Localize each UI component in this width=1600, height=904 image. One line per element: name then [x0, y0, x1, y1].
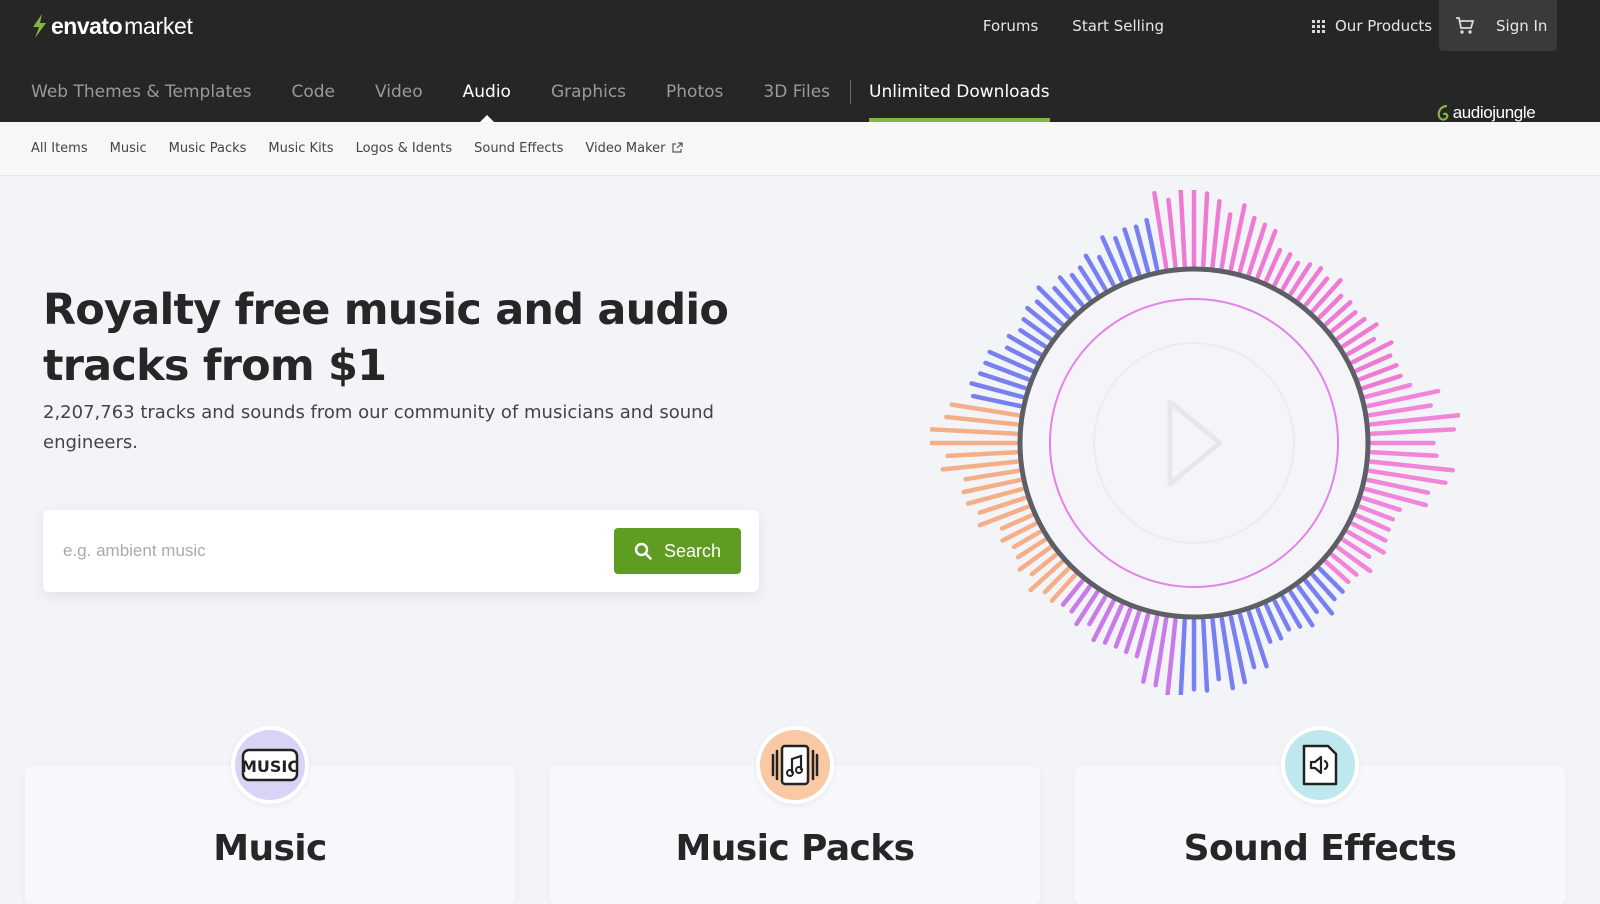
- audio-visualizer: [930, 190, 1460, 695]
- visualizer-outer-ring: [1017, 266, 1371, 620]
- nav-divider: [850, 80, 852, 104]
- visualizer-bar: [1165, 617, 1178, 695]
- music-pack-icon: [771, 744, 819, 786]
- main-nav: Web Themes & Templates Code Video Audio …: [31, 68, 1050, 122]
- hero-title: Royalty free music and audio tracks from…: [43, 285, 729, 391]
- visualizer-bar: [1310, 278, 1343, 313]
- visualizer-bar: [1144, 217, 1160, 272]
- search-input[interactable]: [63, 528, 603, 574]
- visualizer-bar: [963, 468, 1021, 482]
- category-title: Sound Effects: [1183, 828, 1457, 869]
- subnav-video-maker[interactable]: Video Maker: [585, 140, 683, 156]
- subnav-music-kits[interactable]: Music Kits: [268, 141, 333, 156]
- visualizer-bar: [1219, 212, 1233, 270]
- subnav-all-items[interactable]: All Items: [31, 141, 88, 156]
- category-title: Music: [213, 828, 327, 869]
- visualizer-bar: [1368, 412, 1460, 427]
- visualizer-bar: [1368, 459, 1455, 473]
- visualizer-bar: [1335, 545, 1373, 574]
- nav-video[interactable]: Video: [375, 68, 423, 122]
- visualizer-bar: [1210, 617, 1222, 682]
- search-icon: [634, 542, 652, 560]
- visualizer-bar: [1166, 197, 1178, 269]
- nav-code[interactable]: Code: [291, 68, 335, 122]
- nav-photos[interactable]: Photos: [666, 68, 723, 122]
- visualizer-bar: [1153, 616, 1169, 688]
- nav-graphics[interactable]: Graphics: [551, 68, 626, 122]
- speaker-file-icon: [1302, 744, 1338, 786]
- visualizer-bar: [1178, 618, 1187, 695]
- category-icon-music: MUSIC: [231, 726, 309, 804]
- visualizer-bar: [945, 450, 1019, 459]
- visualizer-bar: [970, 393, 1023, 409]
- subnav-music[interactable]: Music: [110, 141, 147, 156]
- cart-icon[interactable]: [1455, 17, 1475, 39]
- visualizer-bar: [1036, 285, 1071, 320]
- nav-web-themes[interactable]: Web Themes & Templates: [31, 68, 251, 122]
- visualizer-bar: [1367, 403, 1433, 418]
- external-link-icon: [671, 142, 683, 153]
- sub-nav: All Items Music Music Packs Music Kits L…: [0, 122, 1600, 176]
- nav-3d-files[interactable]: 3D Files: [763, 68, 830, 122]
- video-maker-label: Video Maker: [585, 140, 666, 156]
- envato-market-logo[interactable]: envato market: [31, 12, 193, 40]
- category-title: Music Packs: [675, 828, 916, 869]
- visualizer-bar: [1303, 579, 1335, 616]
- nav-audio[interactable]: Audio: [463, 68, 511, 122]
- sign-in-link[interactable]: Sign In: [1496, 17, 1547, 35]
- music-label-icon: MUSIC: [241, 748, 299, 782]
- visualizer-bar: [1219, 616, 1236, 691]
- visualizer-bar: [949, 402, 1021, 418]
- envato-leaf-icon: [31, 14, 47, 38]
- our-products-label: Our Products: [1335, 17, 1433, 35]
- search-button[interactable]: Search: [614, 528, 741, 574]
- search-card: Search: [43, 510, 759, 592]
- search-button-label: Search: [663, 540, 722, 561]
- visualizer-bar: [944, 414, 1020, 427]
- category-icon-music-packs: [756, 726, 834, 804]
- audiojungle-label: audiojungle: [1452, 103, 1536, 122]
- subnav-music-packs[interactable]: Music Packs: [169, 141, 247, 156]
- visualizer-bar: [930, 426, 1019, 436]
- hero-subtitle: 2,207,763 tracks and sounds from our com…: [43, 402, 714, 453]
- subnav-logos-idents[interactable]: Logos & Idents: [356, 141, 453, 156]
- visualizer-bar: [1201, 618, 1210, 693]
- forums-link[interactable]: Forums: [983, 17, 1038, 35]
- visualizer-bar: [1210, 198, 1222, 269]
- start-selling-link[interactable]: Start Selling: [1072, 17, 1164, 35]
- top-bar: envato market Forums Start Selling Our P…: [0, 0, 1600, 122]
- visualizer-bar: [1134, 612, 1151, 659]
- visualizer-bar: [940, 459, 1020, 472]
- logo-brand: envato: [51, 12, 123, 39]
- subnav-sound-effects[interactable]: Sound Effects: [474, 141, 563, 156]
- category-icon-sound-effects: [1281, 726, 1359, 804]
- visualizer-bar: [1028, 559, 1064, 593]
- grid-icon: [1312, 19, 1325, 33]
- audiojungle-leaf-icon: [1437, 104, 1449, 121]
- visualizer-bar: [1369, 427, 1457, 436]
- visualizer-bar: [1178, 190, 1187, 268]
- our-products-link[interactable]: Our Products: [1312, 17, 1432, 35]
- nav-unlimited-downloads[interactable]: Unlimited Downloads: [869, 68, 1050, 122]
- visualizer-bar: [1369, 450, 1439, 458]
- svg-text:MUSIC: MUSIC: [241, 757, 299, 776]
- visualizer-bar: [1201, 191, 1210, 268]
- top-links: Forums Start Selling: [949, 0, 1164, 52]
- logo-suffix: market: [124, 12, 193, 39]
